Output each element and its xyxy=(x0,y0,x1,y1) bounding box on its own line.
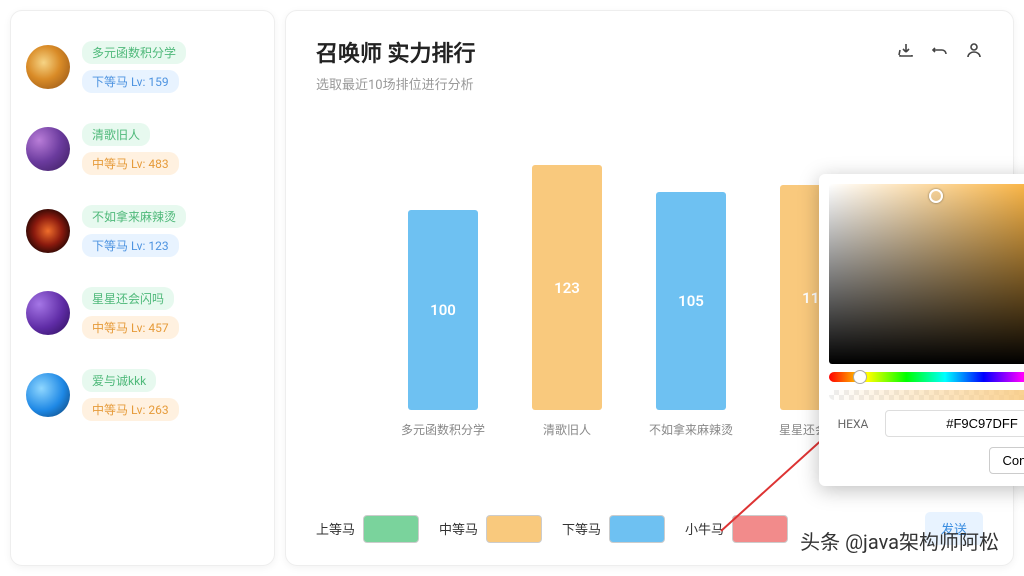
alpha-slider[interactable] xyxy=(829,390,1024,400)
player-name: 爱与诚kkk xyxy=(82,369,156,392)
hex-input[interactable] xyxy=(885,410,1024,437)
hue-slider[interactable] xyxy=(829,372,1024,382)
avatar xyxy=(26,373,70,417)
download-icon[interactable] xyxy=(897,41,915,63)
saturation-panel[interactable] xyxy=(829,184,1024,364)
avatar xyxy=(26,209,70,253)
user-icon[interactable] xyxy=(965,41,983,63)
player-tier: 中等马 Lv: 457 xyxy=(82,316,179,339)
player-tier: 中等马 Lv: 263 xyxy=(82,398,179,421)
legend-label: 小牛马 xyxy=(685,519,724,538)
bar-label: 不如拿来麻辣烫 xyxy=(646,421,736,438)
player-row[interactable]: 清歌旧人中等马 Lv: 483 xyxy=(21,113,264,195)
legend-label: 中等马 xyxy=(439,519,478,538)
page-subtitle: 选取最近10场排位进行分析 xyxy=(316,74,983,93)
player-tier: 下等马 Lv: 159 xyxy=(82,70,179,93)
picker-cursor[interactable] xyxy=(929,189,943,203)
hex-label: HEXA xyxy=(829,417,877,431)
legend-item: 上等马 xyxy=(316,515,419,543)
main-panel: 召唤师 实力排行 选取最近10场排位进行分析 100 多元函数积分学 123 清歌旧人… xyxy=(285,10,1014,566)
player-name: 星星还会闪吗 xyxy=(82,287,174,310)
player-tier: 下等马 Lv: 123 xyxy=(82,234,179,257)
player-row[interactable]: 爱与诚kkk 中等马 Lv: 263 xyxy=(21,359,264,441)
avatar xyxy=(26,45,70,89)
player-name: 不如拿来麻辣烫 xyxy=(82,205,186,228)
player-tier: 中等马 Lv: 483 xyxy=(82,152,179,175)
avatar xyxy=(26,127,70,171)
player-row[interactable]: 不如拿来麻辣烫下等马 Lv: 123 xyxy=(21,195,264,277)
chart-bar: 100 xyxy=(408,210,478,410)
color-swatch[interactable] xyxy=(609,515,665,543)
color-swatch[interactable] xyxy=(732,515,788,543)
chart-bar: 123 xyxy=(532,165,602,410)
undo-icon[interactable] xyxy=(931,41,949,63)
color-swatch[interactable] xyxy=(486,515,542,543)
page-title: 召唤师 实力排行 xyxy=(316,36,983,68)
legend-item: 小牛马 xyxy=(685,515,788,543)
confirm-button[interactable]: Confirm xyxy=(989,447,1024,474)
sidebar: 多元函数积分学下等马 Lv: 159清歌旧人中等马 Lv: 483不如拿来麻辣烫… xyxy=(10,10,275,566)
bar-label: 多元函数积分学 xyxy=(398,421,488,438)
player-row[interactable]: 多元函数积分学下等马 Lv: 159 xyxy=(21,31,264,113)
legend-label: 下等马 xyxy=(562,519,601,538)
bar-label: 清歌旧人 xyxy=(522,421,612,438)
color-picker: HEXA Confirm xyxy=(819,174,1024,486)
hue-knob[interactable] xyxy=(853,370,867,384)
avatar xyxy=(26,291,70,335)
legend-label: 上等马 xyxy=(316,519,355,538)
player-name: 多元函数积分学 xyxy=(82,41,186,64)
chart-bar: 105 xyxy=(656,192,726,410)
player-name: 清歌旧人 xyxy=(82,123,150,146)
color-swatch[interactable] xyxy=(363,515,419,543)
watermark: 头条 @java架构师阿松 xyxy=(800,526,999,555)
legend-item: 下等马 xyxy=(562,515,665,543)
legend-item: 中等马 xyxy=(439,515,542,543)
player-row[interactable]: 星星还会闪吗中等马 Lv: 457 xyxy=(21,277,264,359)
